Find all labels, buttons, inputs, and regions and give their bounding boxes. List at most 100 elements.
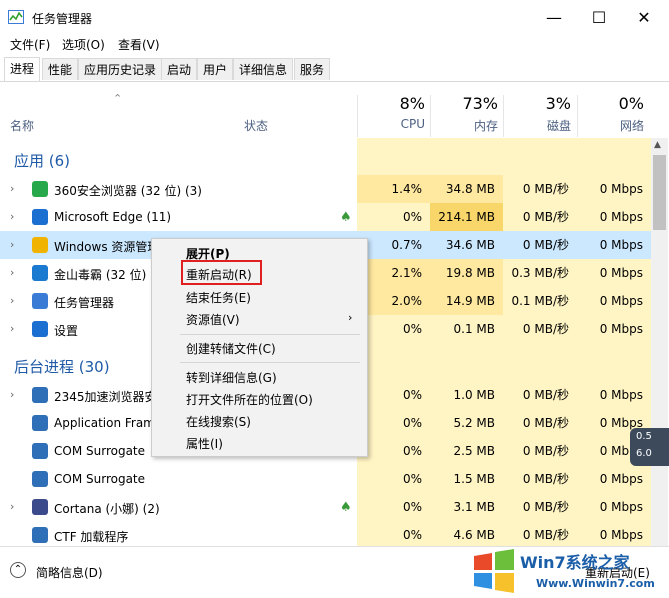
process-icon [32,471,48,487]
section-background[interactable]: 后台进程 (30) [14,356,110,377]
disk-cell: 0 MB/秒 [522,444,569,458]
disk-cell: 0 MB/秒 [522,238,569,252]
process-icon [32,181,48,197]
process-icon [32,321,48,337]
process-name: Microsoft Edge (11) [54,210,172,224]
expand-chevron-icon[interactable]: › [10,294,14,307]
tab-performance[interactable]: 性能 [42,58,79,80]
expand-chevron-icon[interactable]: › [10,388,14,401]
process-name: COM Surrogate [54,472,146,486]
process-icon [32,209,48,225]
cpu-percent: 8% [399,94,425,113]
ctx-search-online[interactable]: 在线搜索(S) [186,413,251,430]
menu-options[interactable]: 选项(O) [62,36,105,53]
cpu-cell: 0% [357,493,430,521]
ctx-go-to-details[interactable]: 转到详细信息(G) [186,369,277,386]
column-name[interactable]: 名称 [10,117,34,134]
maximize-button[interactable]: ☐ [576,0,622,34]
memory-cell: 2.5 MB [430,437,503,465]
memory-cell: 3.1 MB [430,493,503,521]
tab-users[interactable]: 用户 [197,58,234,80]
network-cell: 0 Mbps [599,500,643,514]
column-status[interactable]: 状态 [244,117,268,134]
disk-cell: 0 MB/秒 [522,182,569,196]
memory-cell: 0.1 MB [430,315,503,343]
memory-cell: 214.1 MB [430,203,503,231]
section-apps[interactable]: 应用 (6) [14,150,70,171]
cpu-cell: 1.4% [357,175,430,203]
close-button[interactable]: ✕ [621,0,667,34]
tab-details[interactable]: 详细信息 [233,58,294,80]
disk-cell: 0.3 MB/秒 [511,266,569,280]
network-cell: 0 Mbps [599,238,643,252]
expand-chevron-icon[interactable]: › [10,238,14,251]
disk-cell: 0 MB/秒 [522,388,569,402]
watermark-brand: Win7系统之家 [520,553,630,572]
ctx-open-file-location[interactable]: 打开文件所在的位置(O) [186,391,313,408]
column-disk[interactable]: 磁盘 [503,117,571,134]
expand-chevron-icon[interactable]: › [10,266,14,279]
memory-percent: 73% [462,94,498,113]
process-name: 设置 [54,324,79,338]
process-name: Cortana (小娜) (2) [54,502,160,516]
ctx-properties[interactable]: 属性(I) [186,435,223,452]
disk-cell: 0 MB/秒 [522,472,569,486]
network-cell: 0 Mbps [599,210,643,224]
process-icon [32,415,48,431]
process-name: 2345加速浏览器安 [54,390,157,404]
ctx-end-task[interactable]: 结束任务(E) [186,289,251,306]
column-cpu[interactable]: CPU [357,117,425,131]
disk-cell: 0 MB/秒 [522,500,569,514]
window-title: 任务管理器 [32,12,93,26]
network-cell: 0 Mbps [599,472,643,486]
disk-cell: 0 MB/秒 [522,210,569,224]
tab-app-history[interactable]: 应用历史记录 [78,58,163,80]
process-name: COM Surrogate [54,444,146,458]
leaf-status-icon: ♠ [340,500,352,515]
cpu-cell: 0% [357,465,430,493]
upload-speed: 0.5 [636,431,652,442]
scroll-up-icon[interactable]: ▲ [654,140,661,150]
process-name: 任务管理器 [54,296,115,310]
cpu-cell: 0% [357,203,430,231]
memory-cell: 1.5 MB [430,465,503,493]
network-percent: 0% [618,94,644,113]
menu-file[interactable]: 文件(F) [10,36,50,53]
disk-cell: 0.1 MB/秒 [511,294,569,308]
menu-view[interactable]: 查看(V) [118,36,160,53]
network-cell: 0 Mbps [599,322,643,336]
expand-chevron-icon[interactable]: › [10,322,14,335]
process-name: 金山毒霸 (32 位) ( [54,268,155,282]
process-name: 360安全浏览器 (32 位) (3) [54,184,202,198]
column-memory[interactable]: 内存 [430,117,498,134]
watermark-logo-icon [470,548,518,594]
memory-cell: 5.2 MB [430,409,503,437]
tab-services[interactable]: 服务 [294,58,331,80]
cpu-cell: 0% [357,521,430,549]
process-icon [32,387,48,403]
memory-cell: 34.8 MB [430,175,503,203]
memory-cell: 1.0 MB [430,381,503,409]
disk-cell: 0 MB/秒 [522,416,569,430]
collapse-chevron-icon[interactable]: ⌃ [10,562,26,578]
tab-processes[interactable]: 进程 [4,57,41,81]
expand-chevron-icon[interactable]: › [10,500,14,513]
column-network[interactable]: 网络 [577,117,644,134]
tab-startup[interactable]: 启动 [161,58,198,80]
fewer-details-link[interactable]: 简略信息(D) [36,564,103,581]
process-icon [32,527,48,543]
sort-up-icon: ⌃ [113,92,123,105]
expand-chevron-icon[interactable]: › [10,210,14,223]
network-cell: 0 Mbps [599,528,643,542]
scrollbar-thumb[interactable] [653,155,666,230]
ctx-create-dump[interactable]: 创建转储文件(C) [186,340,276,357]
memory-cell: 4.6 MB [430,521,503,549]
task-manager-app-icon [8,10,24,24]
memory-cell: 14.9 MB [430,287,503,315]
expand-chevron-icon[interactable]: › [10,182,14,195]
network-cell: 0 Mbps [599,182,643,196]
network-cell: 0 Mbps [599,388,643,402]
ctx-resource-values[interactable]: 资源值(V) [186,311,240,328]
process-icon [32,237,48,253]
minimize-button[interactable]: — [531,0,577,34]
